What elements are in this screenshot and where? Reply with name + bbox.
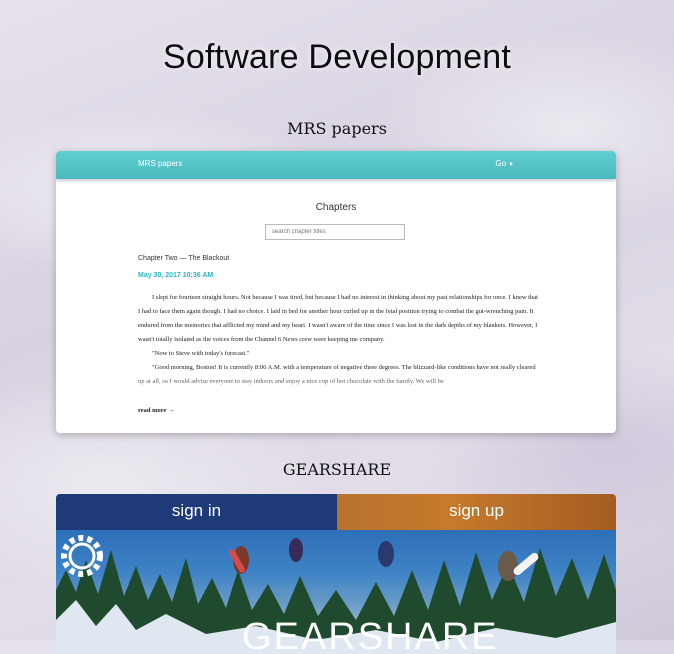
chapter-date: May 30, 2017 10:36 AM — [138, 272, 214, 279]
gearshare-preview[interactable]: sign in sign up GEARSHARE — [56, 494, 616, 654]
caret-down-icon: ▼ — [508, 162, 514, 168]
sign-in-button[interactable]: sign in — [56, 494, 337, 530]
gear-icon — [61, 535, 103, 577]
section-heading-mrs: MRS papers — [287, 119, 387, 138]
section-heading-gearshare: GEARSHARE — [282, 460, 392, 479]
gearshare-logo-text: GEARSHARE — [242, 616, 499, 654]
chapters-title: Chapters — [315, 202, 357, 213]
excerpt-paragraph: I slept for fourteen straight hours. Not… — [138, 294, 538, 343]
snowboarder-figures — [229, 538, 539, 581]
excerpt-paragraph: "Now to Steve with today's forecast." — [152, 350, 250, 357]
page-title: Software Development — [163, 38, 511, 76]
mrs-papers-preview[interactable]: MRS papers Go▼ Chapters Chapter Two — Th… — [56, 151, 616, 433]
excerpt-fade — [138, 375, 548, 397]
go-dropdown[interactable]: Go ▼ — [495, 159, 514, 168]
read-more-link[interactable]: read more → — [138, 407, 175, 414]
mrs-brand-link[interactable]: MRS papers — [138, 159, 182, 168]
go-label: Go — [495, 159, 507, 168]
mrs-navbar: MRS papers Go ▼ — [56, 151, 616, 179]
chapter-title[interactable]: Chapter Two — The Blackout — [138, 255, 229, 262]
sign-up-button[interactable]: sign up — [337, 494, 616, 530]
gearshare-hero-image: GEARSHARE — [56, 530, 616, 654]
chapter-search-input[interactable] — [265, 224, 405, 240]
